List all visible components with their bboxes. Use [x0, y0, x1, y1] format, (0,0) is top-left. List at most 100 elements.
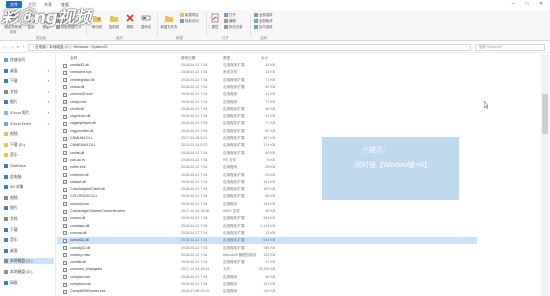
file-icon	[63, 78, 67, 83]
address-input[interactable]: › 此电脑 › 本地磁盘 (C:) › Windows › System32	[28, 44, 471, 51]
close-icon[interactable]: ✕	[534, 0, 548, 9]
file-row[interactable]: cmimcext.sys 2018-04-12 7:34 系统文件 13 KB	[57, 69, 477, 76]
sidebar-item[interactable]: 视频	[4, 131, 54, 137]
file-size: 46 KB	[265, 106, 275, 111]
file-icon	[63, 238, 67, 243]
sidebar-item[interactable]: 3D 对象	[4, 184, 54, 190]
file-row[interactable]: comctl32.dll 2018-04-12 7:34 应用程序扩展 616 KB	[57, 237, 477, 245]
sidebar-item-icon	[4, 58, 8, 62]
file-row[interactable]: comcat.dll 2018-04-12 7:34 应用程序扩展 13 KB	[57, 230, 477, 237]
sidebar-item[interactable]: 音乐	[4, 237, 54, 243]
file-row[interactable]: comexp.msc 2018-04-12 7:34 Microsoft 管理控制台…	[57, 252, 477, 259]
file-row[interactable]: cmutil.dll 2018-04-12 7:34 应用程序扩展 46 KB	[57, 106, 477, 113]
delete-button[interactable]: 删除	[123, 13, 137, 29]
select-none-button[interactable]: 全部取消	[254, 19, 273, 24]
column-date-header[interactable]: 修改日期	[181, 54, 195, 62]
file-type: WMV 文件	[223, 209, 240, 213]
back-arrow-icon[interactable]: ←	[3, 44, 8, 50]
sidebar-item[interactable]: 文档 ✦	[4, 89, 54, 95]
file-size: 361 KB	[263, 216, 275, 221]
easy-access-label: 轻松访问	[185, 19, 199, 23]
edit-button[interactable]: 编辑	[224, 19, 236, 24]
file-row[interactable]: cmdial32.dll 2018-04-12 7:34 应用程序扩展 44 KB	[57, 62, 477, 69]
file-row[interactable]: cngkeyhelper.dll 2018-04-12 7:33 应用程序扩展 27 …	[57, 120, 477, 127]
sidebar-item[interactable]: 文档	[4, 216, 54, 222]
file-row[interactable]: comfile.dll 2018-04-12 7:34 应用程序扩展 47 KB	[57, 259, 477, 266]
sidebar-item[interactable]: 图片	[4, 205, 54, 211]
properties-button[interactable]: 属性	[209, 13, 221, 29]
file-row[interactable]: common_changelist 2017-12-14 19:14 文件 76,43…	[57, 266, 477, 273]
maximize-icon[interactable]: □	[520, 0, 534, 9]
column-type-header[interactable]: 类型	[223, 54, 230, 62]
file-name: cngprovider.dll	[70, 128, 94, 133]
file-date: 2018-04-12 7:34	[181, 282, 208, 286]
file-row[interactable]: colorcpl.exe 2018-04-12 7:34 应用程序 124 KB	[57, 201, 477, 208]
history-button[interactable]: 历史记录	[224, 25, 243, 30]
file-name: combase.dll	[70, 223, 90, 228]
sidebar-item[interactable]: 下载	[4, 227, 54, 233]
file-row[interactable]: combase.dll 2018-04-12 7:34 应用程序扩展 3,124 KB	[57, 223, 477, 230]
rename-button[interactable]: 重命名	[138, 13, 154, 29]
file-row[interactable]: colorui.dll 2018-04-12 7:34 应用程序扩展 361 KB	[57, 215, 477, 222]
open-button[interactable]: 打开	[224, 13, 236, 18]
file-size: 25 KB	[265, 172, 275, 177]
sidebar-item[interactable]: iCloud 照片 ✦	[4, 110, 54, 116]
sidebar-item[interactable]: OneDrive	[4, 163, 54, 169]
file-row[interactable]: cmstp.exe 2018-04-12 7:34 应用程序 77 KB	[57, 99, 477, 106]
sidebar-item[interactable]: 图片 ✦	[4, 99, 54, 105]
copy-to-button[interactable]: 复制到	[106, 13, 122, 29]
file-row[interactable]: compact.exe 2018-04-12 7:34 应用程序 46 KB	[57, 274, 477, 281]
easy-access-button[interactable]: 轻松访问	[180, 19, 199, 24]
file-row[interactable]: comdlg32.dll 2018-04-12 7:33 应用程序扩展 789 KB	[57, 245, 477, 252]
sidebar-item[interactable]: 本地磁盘 (D:)	[4, 269, 54, 275]
new-folder-button[interactable]: 新建文件夹	[160, 13, 178, 29]
sidebar-item[interactable]: 网络	[4, 280, 54, 286]
file-size: 76,430 KB	[258, 267, 275, 272]
sidebar-item[interactable]: 音乐	[4, 152, 54, 158]
sidebar-item[interactable]: 桌面	[4, 248, 54, 254]
column-size-header[interactable]: 大小	[261, 54, 268, 62]
sidebar-item[interactable]: 下载 (D:)	[4, 142, 54, 148]
sidebar-item[interactable]: 本地磁盘 (C:)	[4, 258, 54, 265]
forward-arrow-icon[interactable]: →	[10, 44, 15, 50]
scrollbar[interactable]	[541, 54, 549, 296]
sidebar-item[interactable]: iCloud Drive ✦	[4, 121, 54, 127]
history-label: 历史记录	[229, 25, 243, 29]
file-name: cmstp.exe	[70, 99, 87, 104]
file-icon	[63, 260, 67, 265]
file-size: 71 KB	[265, 77, 275, 82]
move-to-button[interactable]: 移动到	[89, 13, 105, 29]
select-group-label: 选择	[260, 36, 267, 40]
file-row[interactable]: cngcredui.dll 2018-04-12 7:34 应用程序扩展 41 KB	[57, 113, 477, 120]
file-row[interactable]: cngprovider.dll 2018-04-12 7:34 应用程序扩展 81 K…	[57, 128, 477, 135]
sidebar-item[interactable]: 桌面 ✦	[4, 68, 54, 74]
sidebar-item-icon	[4, 89, 8, 94]
select-all-button[interactable]: 全部选择	[254, 13, 273, 18]
up-arrow-icon[interactable]: ↑	[22, 44, 25, 50]
file-icon	[63, 70, 67, 75]
file-row[interactable]: ColorimageChromeConverter.wmv 2017-12-14 …	[57, 208, 477, 215]
file-row[interactable]: CompatTelRunner.exe 2018-07-06 23:20 应用程序 1…	[57, 288, 477, 295]
search-input[interactable]: 搜索"System32"	[475, 44, 545, 51]
new-item-button[interactable]: 新建项目	[180, 13, 199, 18]
file-name: cmintegrator.dll	[70, 77, 95, 82]
sidebar-item[interactable]: 此电脑	[4, 174, 54, 180]
file-row[interactable]: cmmon32.exe 2018-04-12 7:34 应用程序 41 KB	[57, 91, 477, 98]
edit-label: 编辑	[229, 19, 236, 23]
file-type: 应用程序	[223, 201, 238, 206]
sidebar-item[interactable]: 快速访问	[4, 57, 54, 63]
file-icon	[63, 143, 67, 148]
scrollbar-thumb[interactable]	[542, 94, 548, 134]
address-bar-row: ← → ▾ ↑ › 此电脑 › 本地磁盘 (C:) › Windows › Sy…	[0, 42, 550, 53]
invert-selection-button[interactable]: 反向选择	[254, 25, 273, 30]
minimize-icon[interactable]: –	[506, 0, 520, 9]
sidebar-item[interactable]: 下载 ✦	[4, 78, 54, 84]
sidebar-item-label: 下载 (D:)	[10, 142, 25, 147]
file-row[interactable]: cmintegrator.dll 2018-04-12 7:34 应用程序扩展 71 …	[57, 77, 477, 84]
file-row[interactable]: compstui.exe 2018-04-12 7:34 应用程序 101 KB	[57, 281, 477, 288]
sidebar-item[interactable]: 视频	[4, 195, 54, 201]
column-name-header[interactable]: 名称	[70, 54, 77, 62]
file-date: 2018-04-12 7:34	[181, 63, 208, 67]
chevron-down-icon[interactable]: ▾	[17, 45, 19, 49]
file-row[interactable]: cmlua.dll 2018-04-12 7:34 应用程序扩展 40 KB	[57, 84, 477, 91]
